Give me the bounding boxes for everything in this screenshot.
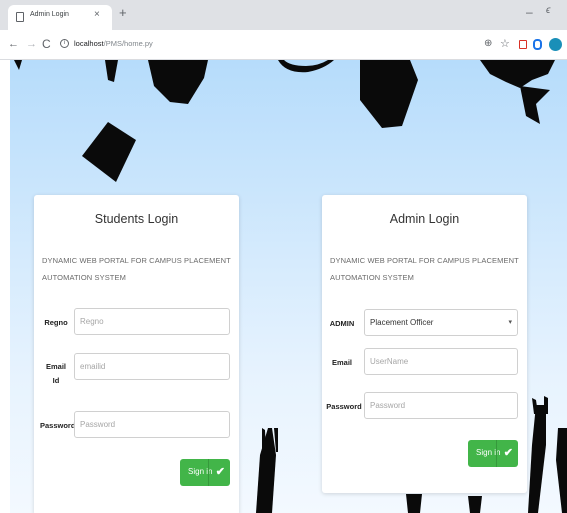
admin-role-label: ADMIN <box>329 319 355 328</box>
students-portal-subtitle: DYNAMIC WEB PORTAL FOR CAMPUS PLACEMENT … <box>42 256 231 282</box>
silhouette-arm-top-left <box>14 60 22 70</box>
silhouette-hand-right <box>528 405 546 513</box>
browser-tab[interactable]: Admin Login × <box>8 5 112 30</box>
silhouette-arm-curve <box>278 60 334 73</box>
browser-tab-strip: Admin Login × + – ϵ <box>0 0 567 30</box>
page-icon <box>16 12 24 22</box>
admin-sign-in-button[interactable]: Sign in ✔ <box>468 440 518 467</box>
regno-label: Regno <box>44 318 68 327</box>
email-id-label: Email Id <box>45 362 66 385</box>
admin-password-label: Password <box>326 402 362 411</box>
silhouette-hand-top <box>105 60 118 82</box>
silhouette-cap-diamond <box>82 122 136 182</box>
chevron-down-icon: ▾ <box>508 319 512 326</box>
students-login-title: Students Login <box>94 212 179 226</box>
admin-role-selected: Placement Officer <box>370 318 434 327</box>
url-path: /PMS/home.py <box>103 39 153 48</box>
new-tab-icon[interactable]: + <box>119 6 127 20</box>
restore-icon[interactable]: ϵ <box>546 5 550 16</box>
admin-email-label: Email <box>331 358 352 367</box>
email-id-input[interactable] <box>74 353 230 380</box>
password-input[interactable] <box>74 411 230 438</box>
address-bar[interactable]: localhost/PMS/home.py <box>74 39 153 48</box>
back-icon[interactable]: ← <box>8 38 19 50</box>
close-tab-icon[interactable]: × <box>94 9 100 20</box>
silhouette-cap-tassel <box>480 60 555 88</box>
zoom-icon[interactable]: ⊕ <box>484 38 492 49</box>
admin-password-input[interactable] <box>364 392 518 419</box>
silhouette-arm-raised <box>256 428 276 513</box>
page-content: Students Login DYNAMIC WEB PORTAL FOR CA… <box>10 60 567 513</box>
students-login-card: Students Login DYNAMIC WEB PORTAL FOR CA… <box>34 195 239 513</box>
admin-login-card: Admin Login DYNAMIC WEB PORTAL FOR CAMPU… <box>322 195 527 493</box>
admin-username-input[interactable] <box>364 348 518 375</box>
admin-login-title: Admin Login <box>389 212 460 226</box>
minimize-icon[interactable]: – <box>526 5 533 19</box>
students-sign-in-button[interactable]: Sign in ✔ <box>180 459 230 486</box>
password-label: Password <box>40 421 76 430</box>
reload-icon[interactable]: C <box>42 37 51 51</box>
silhouette-cap-right <box>360 60 418 128</box>
check-icon: ✔ <box>503 447 513 459</box>
admin-portal-subtitle: DYNAMIC WEB PORTAL FOR CAMPUS PLACEMENT … <box>330 256 519 282</box>
silhouette-cap-top <box>148 60 208 104</box>
profile-avatar[interactable] <box>549 38 562 51</box>
regno-input[interactable] <box>74 308 230 335</box>
url-host: localhost <box>74 39 104 48</box>
admin-role-select[interactable]: Placement Officer ▾ <box>364 309 518 336</box>
forward-icon[interactable]: → <box>26 38 37 50</box>
info-icon[interactable]: i <box>60 39 69 48</box>
tab-title: Admin Login <box>30 11 69 18</box>
bookmark-star-icon[interactable]: ☆ <box>500 37 510 50</box>
silhouette-tassel <box>520 86 550 124</box>
extension-icon[interactable] <box>519 40 527 49</box>
check-icon: ✔ <box>215 466 225 478</box>
browser-toolbar: ← → C i localhost/PMS/home.py ⊕ ☆ <box>0 30 567 60</box>
extension-shield-icon[interactable] <box>533 39 542 50</box>
